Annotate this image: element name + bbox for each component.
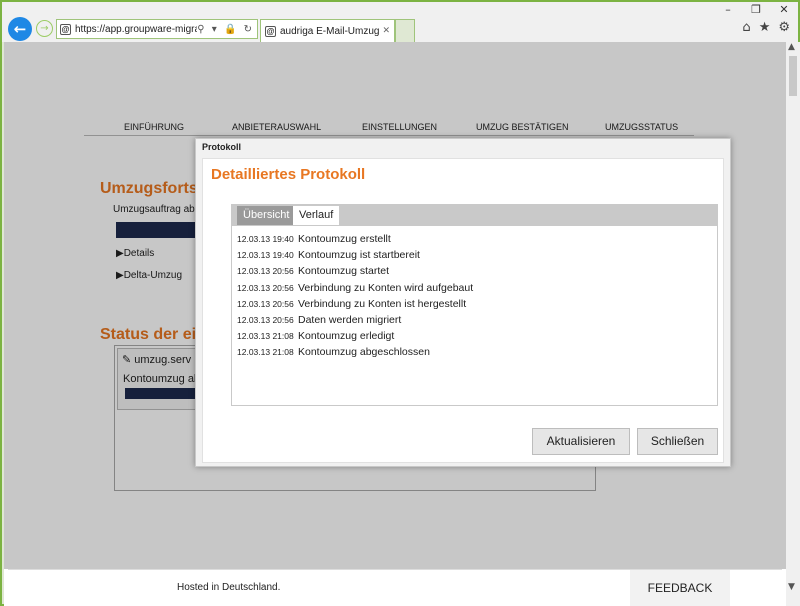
url-text[interactable]: https://app.groupware-migration.com xyxy=(75,24,197,35)
log-timestamp: 12.03.13 19:40 xyxy=(237,234,294,245)
protocol-dialog: Protokoll Detailliertes Protokoll Übersi… xyxy=(195,138,731,467)
page-scrollbar[interactable]: ▲ ▼ xyxy=(786,42,800,606)
browser-tab[interactable]: @ audriga E-Mail-Umzug ✕ xyxy=(260,19,395,42)
log-timestamp: 12.03.13 21:08 xyxy=(237,347,294,358)
log-message: Kontoumzug abgeschlossen xyxy=(298,346,430,359)
address-bar-icons[interactable]: ⚲ ▾ 🔒 ↻ xyxy=(197,24,257,35)
log-timestamp: 12.03.13 20:56 xyxy=(237,298,294,309)
back-button[interactable]: ← xyxy=(8,17,32,41)
log-timestamp: 12.03.13 20:56 xyxy=(237,315,294,326)
close-window-button[interactable]: ✕ xyxy=(770,2,798,18)
scroll-down-icon[interactable]: ▼ xyxy=(788,582,795,592)
forward-button[interactable]: → xyxy=(36,20,53,37)
log-message: Daten werden migriert xyxy=(298,314,402,327)
log-timestamp: 12.03.13 20:56 xyxy=(237,282,294,293)
maximize-button[interactable]: ❐ xyxy=(742,2,770,18)
log-row: 12.03.13 20:56 Verbindung zu Konten ist h… xyxy=(232,296,717,312)
window-controls: – ❐ ✕ xyxy=(714,2,798,18)
log-list: 12.03.13 19:40 Kontoumzug erstellt 12.03.1… xyxy=(231,225,718,406)
tab-verlauf[interactable]: Verlauf xyxy=(293,206,340,225)
dialog-tabs: Übersicht Verlauf xyxy=(231,204,718,225)
log-row: 12.03.13 20:56 Daten werden migriert xyxy=(232,312,717,328)
log-timestamp: 12.03.13 21:08 xyxy=(237,331,294,342)
dialog-body: Detailliertes Protokoll Übersicht Verlau… xyxy=(202,158,724,463)
log-message: Kontoumzug erstellt xyxy=(298,233,391,246)
tab-uebersicht[interactable]: Übersicht xyxy=(237,206,296,225)
log-row: 12.03.13 21:08 Kontoumzug abgeschlossen xyxy=(232,344,717,360)
log-timestamp: 12.03.13 20:56 xyxy=(237,266,294,277)
browser-window: – ❐ ✕ ← → @ https://app.groupware-migrat… xyxy=(0,0,800,606)
log-row: 12.03.13 20:56 Kontoumzug startet xyxy=(232,263,717,279)
star-icon[interactable]: ★ xyxy=(759,20,771,35)
back-arrow-icon: ← xyxy=(13,20,27,38)
tab-site-icon: @ xyxy=(265,25,276,37)
log-row: 12.03.13 21:08 Kontoumzug erledigt xyxy=(232,328,717,344)
log-row: 12.03.13 19:40 Kontoumzug ist startbereit xyxy=(232,247,717,263)
feedback-button[interactable]: FEEDBACK xyxy=(630,570,730,606)
forward-arrow-icon: → xyxy=(40,23,49,34)
log-message: Verbindung zu Konten ist hergestellt xyxy=(298,297,467,310)
browser-toolbar-icons: ⌂ ★ ⚙ xyxy=(742,20,790,35)
scroll-up-icon[interactable]: ▲ xyxy=(788,42,795,52)
home-icon[interactable]: ⌂ xyxy=(742,20,750,35)
log-message: Kontoumzug startet xyxy=(298,265,390,278)
log-timestamp: 12.03.13 19:40 xyxy=(237,250,294,261)
dialog-heading: Detailliertes Protokoll xyxy=(211,166,366,183)
close-dialog-button[interactable]: Schließen xyxy=(637,428,718,455)
address-bar[interactable]: @ https://app.groupware-migration.com ⚲ … xyxy=(56,19,258,39)
tab-title: audriga E-Mail-Umzug xyxy=(280,25,380,37)
log-message: Kontoumzug ist startbereit xyxy=(298,249,420,262)
gear-icon[interactable]: ⚙ xyxy=(778,20,790,35)
site-icon: @ xyxy=(60,23,71,35)
dialog-title: Protokoll xyxy=(202,142,242,152)
page-footer: Hosted in Deutschland. FEEDBACK xyxy=(8,569,782,606)
log-message: Verbindung zu Konten wird aufgebaut xyxy=(298,281,474,294)
minimize-button[interactable]: – xyxy=(714,2,742,18)
tab-close-icon[interactable]: ✕ xyxy=(382,26,394,36)
log-row: 12.03.13 20:56 Verbindung zu Konten wird … xyxy=(232,280,717,296)
browser-toolbar: – ❐ ✕ ← → @ https://app.groupware-migrat… xyxy=(2,2,798,42)
hosted-text: Hosted in Deutschland. xyxy=(177,582,281,593)
log-row: 12.03.13 19:40 Kontoumzug erstellt xyxy=(232,231,717,247)
new-tab-button[interactable] xyxy=(395,19,415,42)
scroll-thumb[interactable] xyxy=(789,56,797,96)
log-message: Kontoumzug erledigt xyxy=(298,330,395,343)
refresh-button[interactable]: Aktualisieren xyxy=(532,428,630,455)
